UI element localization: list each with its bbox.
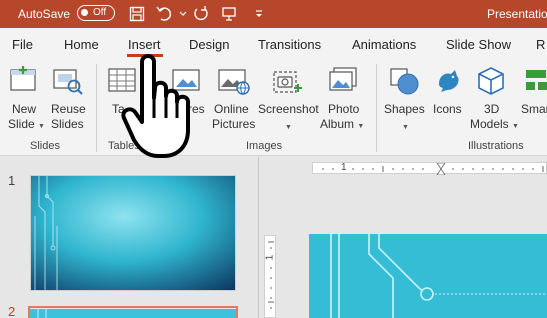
3d-cube-icon [476, 66, 506, 100]
ruler-mark: 1 [341, 162, 347, 173]
chevron-down-icon: ▼ [285, 124, 292, 131]
chevron-down-icon: ▼ [38, 123, 45, 130]
photo-album-icon [328, 66, 360, 100]
start-from-beginning-icon[interactable] [218, 3, 240, 25]
toggle-knob [81, 9, 88, 16]
tab-design[interactable]: Design [189, 37, 229, 52]
new-slide-icon [8, 66, 38, 98]
group-label-images: Images [246, 140, 283, 152]
tab-insert[interactable]: Insert [128, 37, 161, 52]
new-slide-button[interactable]: New Slide ▼ [4, 64, 45, 134]
vertical-ruler: 1 [264, 235, 276, 318]
title-bar: AutoSave Off Presentatio [0, 0, 547, 28]
redo-icon[interactable] [190, 3, 212, 25]
photo-album-button[interactable]: Photo Album ▼ [320, 64, 370, 134]
tab-slide-show[interactable]: Slide Show [446, 37, 511, 52]
autosave-label: AutoSave [18, 7, 71, 21]
tab-review[interactable]: R [536, 37, 545, 52]
save-icon[interactable] [126, 3, 148, 25]
current-slide[interactable] [309, 234, 547, 318]
screenshot-button[interactable]: Screenshot ▼ [256, 64, 320, 134]
tab-home[interactable]: Home [64, 37, 99, 52]
ruler-mark: 1 [264, 254, 276, 261]
powerpoint-window: AutoSave Off Presentatio File Home Inser… [0, 0, 547, 318]
document-title: Presentatio [487, 7, 547, 21]
slide-number-2: 2 [8, 304, 16, 318]
tab-animations[interactable]: Animations [352, 37, 416, 52]
smartart-button[interactable]: Smar [518, 64, 547, 134]
screenshot-icon [272, 66, 304, 100]
slide-number-1: 1 [8, 173, 16, 188]
tab-transitions[interactable]: Transitions [258, 37, 321, 52]
group-label-slides: Slides [30, 140, 60, 152]
icons-button[interactable]: Icons [430, 64, 466, 134]
shapes-icon [388, 66, 420, 100]
reuse-slides-icon [52, 66, 84, 100]
autosave-state: Off [93, 7, 107, 18]
hand-pointer-icon [120, 52, 200, 162]
online-pictures-button[interactable]: Online Pictures [212, 64, 256, 134]
autosave-toggle[interactable]: Off [77, 5, 115, 21]
icons-bird-icon [433, 66, 465, 100]
online-pictures-icon [218, 66, 250, 100]
tab-file[interactable]: File [12, 37, 33, 52]
3d-models-button[interactable]: 3D Models ▼ [466, 64, 519, 134]
smartart-icon [522, 68, 547, 98]
customize-toolbar-icon[interactable] [248, 3, 270, 25]
chevron-down-icon: ▼ [357, 123, 365, 130]
ribbon: New Slide ▼ Reuse Slides Slides Ta Table… [0, 60, 547, 156]
chevron-down-icon: ▼ [402, 124, 409, 131]
ribbon-tabs: File Home Insert Design Transitions Anim… [0, 28, 547, 60]
reuse-slides-button[interactable]: Reuse Slides [48, 64, 88, 134]
horizontal-ruler: 1 [312, 162, 547, 175]
slide-thumbnail-1[interactable] [30, 175, 236, 291]
slide-thumbnail-2[interactable] [28, 306, 238, 318]
group-label-illustrations: Illustrations [468, 140, 524, 152]
group-separator [96, 64, 97, 152]
shapes-button[interactable]: Shapes ▼ [382, 64, 428, 134]
group-separator [376, 64, 377, 152]
